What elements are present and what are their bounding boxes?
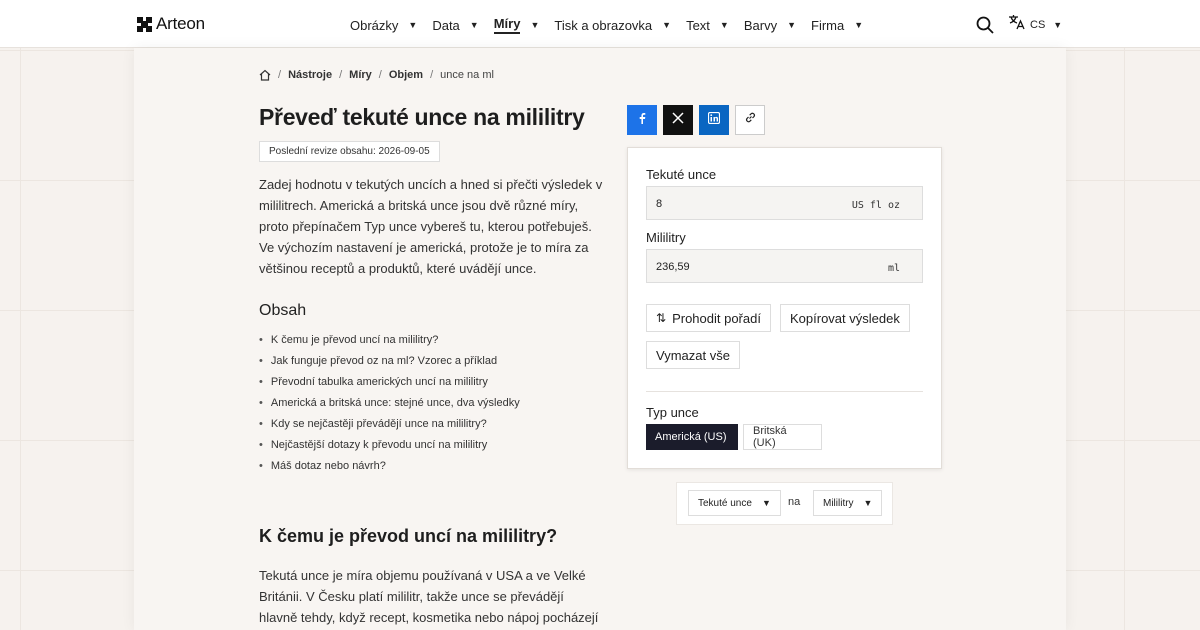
ounce-type-label: Typ unce (646, 405, 699, 420)
menu-item-label: Barvy (743, 17, 778, 33)
menu-item-label: Obrázky (350, 17, 399, 33)
toc-item[interactable]: K čemu je převod uncí na mililitry? (259, 329, 520, 350)
caret-down-icon: ▼ (761, 498, 771, 508)
brand-name: Arteon (156, 14, 205, 33)
menu-item-miry[interactable]: Míry ▼ (493, 16, 540, 34)
page-title: Převeď tekuté unce na mililitry (259, 104, 585, 130)
to-field-label: Mililitry (646, 230, 686, 245)
nav-tools: CS ▼ (976, 14, 1062, 35)
toc-title: Obsah (259, 302, 307, 319)
section-title: K čemu je převod uncí na mililitry? (259, 526, 558, 546)
ounce-type-uk-button[interactable]: Britská (UK) (743, 424, 822, 450)
menu-item-data[interactable]: Data ▼ (432, 16, 478, 34)
logo-icon (137, 16, 152, 32)
x-icon (672, 111, 684, 129)
menu-item-label: Firma (811, 17, 845, 33)
breadcrumb: / Nástroje / Míry / Objem / unce na ml (259, 69, 494, 81)
caret-down-icon: ▼ (1053, 19, 1063, 30)
translate-icon (1008, 14, 1026, 35)
ounce-type-us-button[interactable]: Americká (US) (646, 424, 738, 450)
copy-link-button[interactable] (735, 105, 765, 135)
main-menu: Obrázky ▼ Data ▼ Míry ▼ Tisk a obrazovka ▼ T… (350, 16, 878, 34)
caret-down-icon: ▼ (469, 20, 479, 30)
menu-item-label: Tisk a obrazovka (554, 17, 653, 33)
link-icon (744, 111, 757, 129)
toc-item[interactable]: Americká a britská unce: stejné unce, dv… (259, 392, 520, 413)
menu-item-label: Data (432, 17, 460, 33)
swap-icon: ⇅ (656, 311, 667, 325)
search-icon[interactable] (976, 16, 994, 34)
milliliters-unit: ml (887, 263, 900, 274)
caret-down-icon: ▼ (863, 498, 873, 508)
menu-item-label: Míry (493, 16, 521, 34)
swap-button[interactable]: ⇅ Prohodit pořadí (646, 304, 771, 332)
section-paragraph: Tekutá unce je míra objemu používaná v U… (259, 568, 599, 625)
breadcrumb-separator: / (278, 69, 282, 81)
breadcrumb-link-miry[interactable]: Míry (349, 69, 372, 81)
breadcrumb-separator: / (339, 69, 343, 81)
from-unit-select[interactable]: Tekuté unce ▼ (688, 490, 781, 516)
breadcrumb-link-objem[interactable]: Objem (389, 69, 423, 81)
linkedin-icon (707, 111, 721, 129)
card-divider (646, 391, 923, 392)
language-switcher[interactable]: CS ▼ (1008, 14, 1062, 35)
breadcrumb-separator: / (430, 69, 434, 81)
menu-item-label: Text (686, 17, 710, 33)
breadcrumb-separator: / (378, 69, 382, 81)
toc-item[interactable]: Máš dotaz nebo návrh? (259, 455, 520, 476)
toc-item[interactable]: Jak funguje převod oz na ml? Vzorec a př… (259, 350, 520, 371)
milliliters-input[interactable]: 236,59 ml (646, 249, 923, 283)
table-of-contents: K čemu je převod uncí na mililitry? Jak … (259, 329, 520, 476)
menu-item-obrazky[interactable]: Obrázky ▼ (350, 16, 417, 34)
facebook-icon (636, 111, 648, 129)
clear-all-button[interactable]: Vymazat vše (646, 341, 740, 369)
unit-connector: na (788, 496, 801, 508)
breadcrumb-current: unce na ml (440, 69, 494, 81)
caret-down-icon: ▼ (408, 20, 418, 30)
copy-result-label: Kopírovat výsledek (790, 310, 900, 326)
caret-down-icon: ▼ (719, 20, 729, 30)
intro-paragraph: Zadej hodnotu v tekutých uncích a hned s… (259, 177, 603, 276)
share-buttons (627, 105, 765, 135)
share-linkedin-button[interactable] (699, 105, 729, 135)
fluid-ounces-unit: US fl oz (851, 200, 900, 211)
caret-down-icon: ▼ (787, 20, 796, 30)
caret-down-icon: ▼ (530, 20, 540, 30)
fluid-ounces-input[interactable]: 8 US fl oz (646, 186, 923, 220)
brand-logo[interactable]: Arteon (137, 14, 205, 34)
home-icon[interactable] (259, 69, 271, 81)
revision-badge: Poslední revize obsahu: 2026-09-05 (259, 141, 440, 162)
menu-item-firma[interactable]: Firma ▼ (811, 16, 863, 34)
to-unit-select[interactable]: Mililitry ▼ (813, 490, 883, 516)
top-navigation: Arteon Obrázky ▼ Data ▼ Míry ▼ Tisk a obraz… (0, 0, 1200, 48)
clear-all-label: Vymazat vše (656, 347, 730, 363)
menu-item-tisk[interactable]: Tisk a obrazovka ▼ (554, 16, 671, 34)
language-code: CS (1030, 18, 1046, 31)
milliliters-value: 236,59 (656, 261, 690, 273)
copy-result-button[interactable]: Kopírovat výsledek (780, 304, 910, 332)
caret-down-icon: ▼ (854, 20, 864, 30)
from-field-label: Tekuté unce (646, 167, 717, 182)
menu-item-barvy[interactable]: Barvy ▼ (744, 16, 796, 34)
toc-item[interactable]: Nejčastější dotazy k převodu uncí na mil… (259, 434, 520, 455)
menu-item-text[interactable]: Text ▼ (686, 16, 729, 34)
swap-button-label: Prohodit pořadí (672, 310, 761, 326)
to-unit-selected: Mililitry (823, 497, 854, 509)
toc-item[interactable]: Kdy se nejčastěji převádějí unce na mili… (259, 413, 520, 434)
share-facebook-button[interactable] (627, 105, 657, 135)
share-x-button[interactable] (663, 105, 693, 135)
caret-down-icon: ▼ (662, 20, 672, 30)
fluid-ounces-value: 8 (656, 198, 663, 210)
toc-item[interactable]: Převodní tabulka amerických uncí na mili… (259, 371, 520, 392)
from-unit-selected: Tekuté unce (698, 497, 752, 509)
breadcrumb-link-nastroje[interactable]: Nástroje (288, 69, 332, 81)
